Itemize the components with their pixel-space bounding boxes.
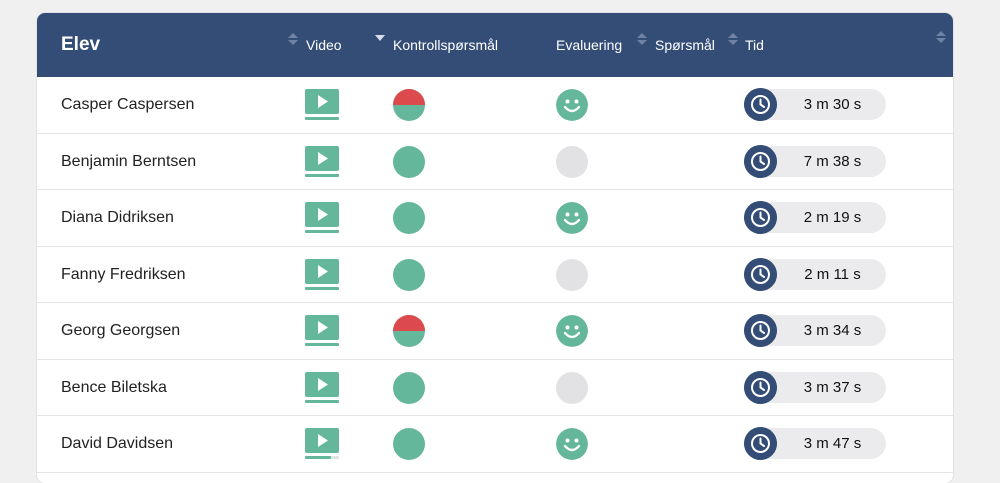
time-badge: 2 m 19 s [744,201,886,234]
student-name[interactable]: Bence Biletska [61,360,167,415]
video-play-icon[interactable] [305,145,339,178]
time-text: 7 m 38 s [803,152,862,170]
video-play-icon[interactable] [305,371,339,404]
table-header: Elev Video Kontrollspørsmål Evaluering S… [37,13,953,77]
student-name[interactable]: Fanny Fredriksen [61,247,186,302]
video-play-icon[interactable] [305,89,339,121]
table-row[interactable]: Casper Caspersen 3 m 30 s [37,77,953,134]
video-play-icon[interactable] [305,202,339,234]
smiley-icon [556,89,588,121]
clock-icon [744,314,777,347]
table-row[interactable]: Benjamin Berntsen 7 m 38 s [37,134,953,190]
smiley-icon [556,428,588,460]
clock-icon [744,257,777,291]
time-text: 3 m 30 s [803,96,862,113]
control-question-status [393,202,425,234]
evaluation-empty [556,371,588,404]
table-body: Casper Caspersen 3 m 30 s Benjamin Bernt… [37,77,953,473]
sort-icon[interactable] [935,30,947,44]
time-badge: 3 m 37 s [744,370,886,404]
evaluation-empty [556,258,588,291]
column-header-sporsmal[interactable]: Spørsmål [655,13,715,77]
student-results-table: Elev Video Kontrollspørsmål Evaluering S… [37,13,953,483]
table-row[interactable]: Diana Didriksen 2 m 19 s [37,190,953,247]
sort-icon[interactable] [636,32,648,46]
control-question-status [393,315,425,347]
table-row[interactable]: David Davidsen 3 m 47 s [37,416,953,473]
column-header-evaluering[interactable]: Evaluering [556,13,622,77]
video-play-icon[interactable] [305,258,339,291]
time-badge: 7 m 38 s [744,144,886,178]
control-question-status [393,258,425,291]
time-badge: 2 m 11 s [744,257,886,291]
smiley-icon [556,202,588,234]
video-play-icon[interactable] [305,315,339,347]
column-header-kontrollsporsmal[interactable]: Kontrollspørsmål [393,13,498,77]
smiley-icon [556,315,588,347]
sort-icon[interactable] [727,32,739,46]
evaluation-empty [556,145,588,178]
time-text: 2 m 11 s [804,265,861,283]
student-name[interactable]: Benjamin Berntsen [61,134,196,189]
clock-icon [744,88,777,121]
time-badge: 3 m 34 s [744,314,886,347]
student-name[interactable]: Georg Georgsen [61,303,180,358]
student-name[interactable]: Diana Didriksen [61,190,174,245]
column-header-tid[interactable]: Tid [745,13,764,77]
control-question-status [393,145,425,178]
sort-desc-icon[interactable] [374,34,386,42]
sort-icon[interactable] [287,32,299,46]
time-text: 2 m 19 s [803,209,862,226]
column-header-elev[interactable]: Elev [61,13,100,77]
column-header-video[interactable]: Video [306,13,342,77]
clock-icon [744,427,777,460]
time-badge: 3 m 47 s [744,427,886,460]
time-text: 3 m 37 s [803,378,862,396]
control-question-status [393,371,425,404]
table-row[interactable]: Bence Biletska 3 m 37 s [37,360,953,416]
video-play-icon[interactable] [305,428,339,460]
clock-icon [744,201,777,234]
student-name[interactable]: Casper Caspersen [61,77,194,132]
table-row[interactable]: Georg Georgsen 3 m 34 s [37,303,953,360]
control-question-status [393,428,425,460]
clock-icon [744,370,777,404]
time-text: 3 m 47 s [803,435,862,452]
clock-icon [744,144,777,178]
table-row[interactable]: Fanny Fredriksen 2 m 11 s [37,247,953,303]
student-name[interactable]: David Davidsen [61,416,173,471]
control-question-status [393,89,425,121]
time-text: 3 m 34 s [803,322,862,339]
time-badge: 3 m 30 s [744,88,886,121]
